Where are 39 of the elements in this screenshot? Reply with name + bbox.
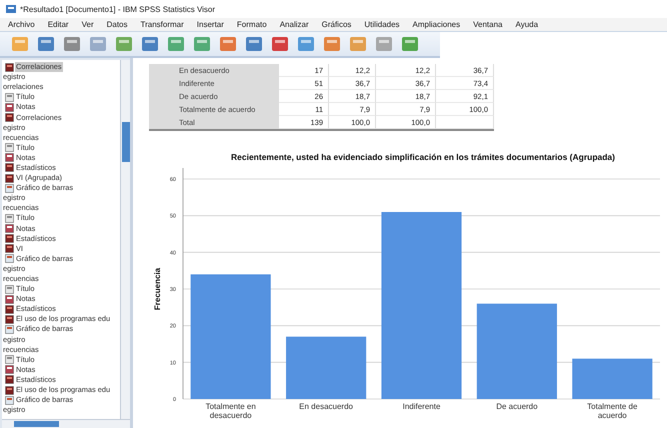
menu-item[interactable]: Editar xyxy=(48,20,69,29)
empty-cell xyxy=(436,116,494,129)
menu-item[interactable]: Datos xyxy=(106,20,128,29)
notes-icon xyxy=(5,224,14,234)
notes-icon xyxy=(5,153,14,162)
chart-icon xyxy=(5,324,14,334)
category-label: Totalmente en desacuerdo xyxy=(206,402,256,420)
menu-item[interactable]: Gráficos xyxy=(322,20,352,29)
title-icon xyxy=(5,355,14,364)
notes-icon xyxy=(5,102,14,112)
chart-title: Recientemente, usted ha evidenciado simplificación en los trámites documentarios (Agrupada) xyxy=(231,152,615,162)
app-icon xyxy=(6,4,16,14)
menu-item[interactable]: Ventana xyxy=(473,20,502,29)
title-icon xyxy=(5,92,14,102)
title-icon xyxy=(5,214,14,223)
chart-icon xyxy=(5,184,14,193)
window-title: *Resultado1 [Documento1] - IBM SPSS Statistics Visor xyxy=(20,4,216,14)
chart-icon xyxy=(5,396,14,405)
scrollbar[interactable] xyxy=(120,60,130,419)
notes-icon xyxy=(5,365,14,374)
menu-item[interactable]: Ampliaciones xyxy=(412,20,460,29)
menu-item[interactable]: Insertar xyxy=(196,20,224,29)
axis-title: Frecuencia xyxy=(153,268,162,310)
title-icon xyxy=(5,143,14,152)
title-icon xyxy=(5,284,14,294)
category-label: Totalmente de acuerdo xyxy=(587,402,638,420)
category-label: De acuerdo xyxy=(496,402,538,411)
menu-item[interactable]: Analizar xyxy=(280,20,309,29)
menu-item[interactable]: Utilidades xyxy=(364,20,400,29)
category-label: Indiferente xyxy=(402,402,440,411)
menu-item[interactable]: Archivo xyxy=(8,20,35,29)
menu-item[interactable]: Transformar xyxy=(140,20,184,29)
menu-item[interactable]: Ver xyxy=(82,20,94,29)
scrollbar[interactable] xyxy=(2,419,130,428)
notes-icon xyxy=(5,294,14,304)
menu-item[interactable]: Formato xyxy=(236,20,267,29)
category-label: En desacuerdo xyxy=(299,402,354,411)
menu-item[interactable]: Ayuda xyxy=(516,20,538,29)
chart-icon xyxy=(5,254,14,264)
